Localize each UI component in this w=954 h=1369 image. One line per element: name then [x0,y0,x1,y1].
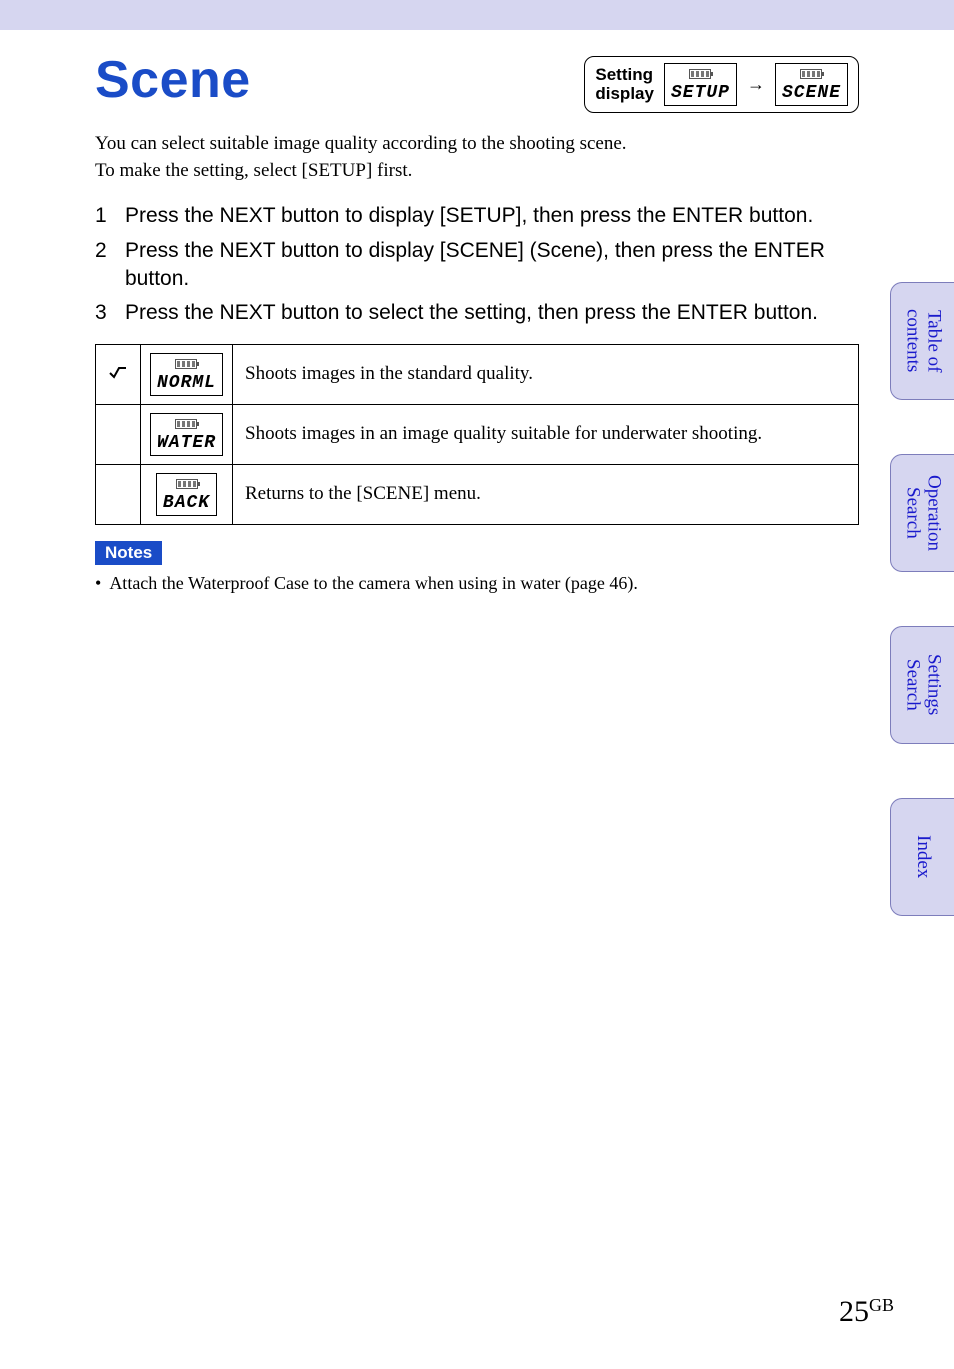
page-title: Scene [95,50,251,110]
side-nav-tabs: Table of contents Operation Search Setti… [890,282,954,916]
lcd-scene-text: SCENE [782,84,841,102]
lcd-setup-text: SETUP [671,84,730,102]
step-text: Press the NEXT button to display [SETUP]… [125,202,859,230]
intro-line-1: You can select suitable image quality ac… [95,133,627,154]
battery-icon [800,69,822,79]
tab-label: Table of contents [902,309,944,372]
tab-label: Operation Search [902,475,944,551]
tab-operation-search[interactable]: Operation Search [890,454,954,572]
option-icon-cell: WATER [141,404,233,464]
table-row: WATER Shoots images in an image quality … [96,404,859,464]
step-item: 1 Press the NEXT button to display [SETU… [95,202,859,230]
lcd-option: NORML [150,353,223,396]
tab-table-of-contents[interactable]: Table of contents [890,282,954,400]
check-cell [96,464,141,524]
notes-heading: Notes [95,541,162,565]
options-table: NORML Shoots images in the standard qual… [95,344,859,525]
arrow-right-icon: → [747,74,765,95]
top-gradient-band [0,0,954,30]
option-icon-cell: NORML [141,344,233,404]
note-item: • Attach the Waterproof Case to the came… [95,571,859,596]
steps-list: 1 Press the NEXT button to display [SETU… [95,202,859,327]
step-item: 3 Press the NEXT button to select the se… [95,299,859,327]
step-number: 1 [95,202,109,230]
tab-settings-search[interactable]: Settings Search [890,626,954,744]
check-cell [96,344,141,404]
option-code: WATER [157,434,216,452]
setting-display-label: Setting display [595,66,654,103]
battery-icon [176,479,198,489]
option-desc: Shoots images in an image quality suitab… [233,404,859,464]
table-row: BACK Returns to the [SCENE] menu. [96,464,859,524]
note-text: Attach the Waterproof Case to the camera… [109,571,638,596]
setting-display-box: Setting display SETUP → SCENE [584,56,859,113]
option-desc: Returns to the [SCENE] menu. [233,464,859,524]
lcd-scene: SCENE [775,63,848,106]
option-code: BACK [163,494,210,512]
step-item: 2 Press the NEXT button to display [SCEN… [95,237,859,294]
lcd-setup: SETUP [664,63,737,106]
page-num-value: 25 [839,1295,869,1328]
battery-icon [175,419,197,429]
option-desc: Shoots images in the standard quality. [233,344,859,404]
lcd-option: WATER [150,413,223,456]
battery-icon [689,69,711,79]
step-number: 2 [95,237,109,294]
page-suffix: GB [869,1295,894,1315]
option-code: NORML [157,374,216,392]
step-text: Press the NEXT button to select the sett… [125,299,859,327]
bullet-icon: • [95,571,101,596]
page-content: Scene Setting display SETUP → SCENE You … [0,30,954,596]
option-icon-cell: BACK [141,464,233,524]
tab-label: Index [912,835,933,878]
step-text: Press the NEXT button to display [SCENE]… [125,237,859,294]
tab-label: Settings Search [902,654,944,715]
page-number: 25GB [839,1295,894,1329]
header-row: Scene Setting display SETUP → SCENE [95,50,859,113]
step-number: 3 [95,299,109,327]
intro-text: You can select suitable image quality ac… [95,131,859,184]
tab-index[interactable]: Index [890,798,954,916]
check-cell [96,404,141,464]
notes-list: • Attach the Waterproof Case to the came… [95,571,859,596]
table-row: NORML Shoots images in the standard qual… [96,344,859,404]
intro-line-2: To make the setting, select [SETUP] firs… [95,160,412,181]
check-icon [108,363,128,385]
battery-icon [175,359,197,369]
lcd-option: BACK [156,473,217,516]
